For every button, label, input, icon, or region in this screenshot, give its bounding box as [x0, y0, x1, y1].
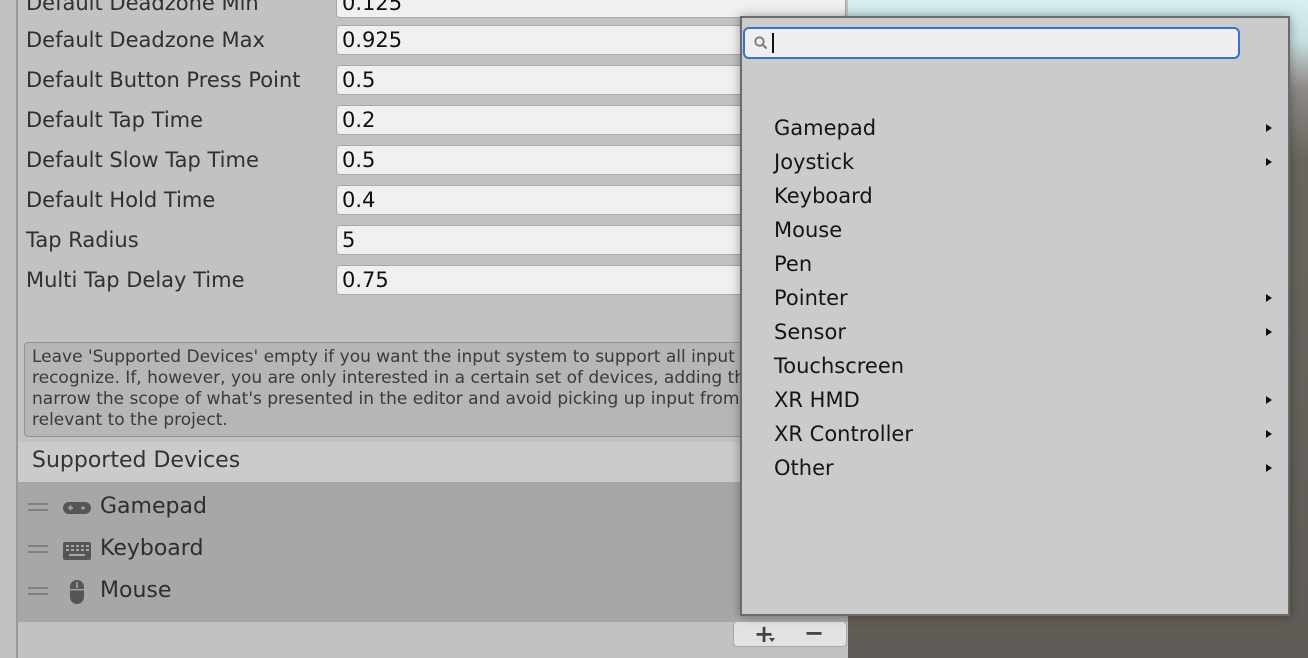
menu-item-xr-controller[interactable]: XR Controller — [742, 418, 1288, 452]
menu-item-label: XR HMD — [774, 388, 860, 412]
device-item-keyboard[interactable]: Keyboard — [18, 528, 848, 570]
device-item-gamepad[interactable]: Gamepad — [18, 486, 848, 528]
field-label: Default Button Press Point — [26, 68, 301, 92]
menu-item-pen[interactable]: Pen — [742, 248, 1288, 282]
supported-devices-title: Supported Devices — [32, 448, 241, 473]
help-box: Leave 'Supported Devices' empty if you w… — [24, 342, 844, 437]
supported-devices-list: Gamepad Keyboard Mouse — [18, 482, 848, 622]
submenu-arrow-icon — [1266, 464, 1272, 472]
device-item-mouse[interactable]: Mouse — [18, 570, 848, 612]
field-row-hold-time: Default Hold Time 0.4 — [26, 183, 856, 217]
remove-device-button[interactable]: − — [804, 621, 824, 645]
help-line: Leave 'Supported Devices' empty if you w… — [32, 347, 844, 367]
field-row-deadzone-max: Default Deadzone Max 0.925 — [26, 23, 856, 57]
add-remove-buttons: + − — [733, 621, 847, 647]
device-name: Gamepad — [100, 494, 207, 519]
submenu-arrow-icon — [1266, 396, 1272, 404]
menu-item-pointer[interactable]: Pointer — [742, 282, 1288, 316]
menu-item-label: Pen — [774, 252, 813, 276]
menu-item-sensor[interactable]: Sensor — [742, 316, 1288, 350]
search-icon — [754, 36, 768, 50]
drag-handle-icon[interactable] — [28, 503, 48, 511]
menu-item-touchscreen[interactable]: Touchscreen — [742, 350, 1288, 384]
mouse-icon — [70, 580, 84, 604]
menu-item-label: Mouse — [774, 218, 843, 242]
menu-item-mouse[interactable]: Mouse — [742, 214, 1288, 248]
field-row-tap-time: Default Tap Time 0.2 — [26, 103, 856, 137]
menu-item-gamepad[interactable]: Gamepad — [742, 112, 1288, 146]
field-label: Default Slow Tap Time — [26, 148, 259, 172]
menu-item-label: XR Controller — [774, 422, 913, 446]
help-line: relevant to the project. — [32, 410, 228, 430]
submenu-arrow-icon — [1266, 328, 1272, 336]
help-line: narrow the scope of what's presented in … — [32, 389, 843, 409]
text-cursor — [772, 33, 774, 53]
device-name: Mouse — [100, 578, 172, 603]
menu-item-other[interactable]: Other — [742, 452, 1288, 486]
field-label: Multi Tap Delay Time — [26, 268, 245, 292]
left-edge — [0, 0, 18, 658]
submenu-arrow-icon — [1266, 430, 1272, 438]
menu-item-xr-hmd[interactable]: XR HMD — [742, 384, 1288, 418]
add-device-button[interactable]: + — [754, 622, 774, 646]
field-row-tap-radius: Tap Radius 5 — [26, 223, 856, 257]
submenu-arrow-icon — [1266, 158, 1272, 166]
field-row-deadzone-min: Default Deadzone Min 0.125 — [26, 0, 856, 20]
gamepad-icon — [63, 502, 91, 514]
field-row-button-press-point: Default Button Press Point 0.5 — [26, 63, 856, 97]
submenu-arrow-icon — [1266, 294, 1272, 302]
field-label: Default Deadzone Min — [26, 0, 259, 15]
supported-devices-header: Supported Devices — [18, 442, 848, 482]
field-row-multi-tap-delay: Multi Tap Delay Time 0.75 — [26, 263, 856, 297]
field-label: Default Tap Time — [26, 108, 204, 132]
dropdown-caret-icon — [769, 638, 775, 642]
menu-item-label: Touchscreen — [774, 354, 905, 378]
menu-item-joystick[interactable]: Joystick — [742, 146, 1288, 180]
menu-item-label: Gamepad — [774, 116, 877, 140]
field-row-slow-tap-time: Default Slow Tap Time 0.5 — [26, 143, 856, 177]
add-device-popup: Gamepad Joystick Keyboard Mouse Pen Poin… — [740, 16, 1290, 616]
menu-item-label: Other — [774, 456, 834, 480]
menu-item-label: Sensor — [774, 320, 846, 344]
drag-handle-icon[interactable] — [28, 587, 48, 595]
field-label: Default Deadzone Max — [26, 28, 265, 52]
menu-item-keyboard[interactable]: Keyboard — [742, 180, 1288, 214]
input-settings-panel: Default Deadzone Min 0.125 Default Deadz… — [18, 0, 848, 658]
menu-item-label: Pointer — [774, 286, 848, 310]
field-label: Tap Radius — [26, 228, 139, 252]
menu-item-label: Keyboard — [774, 184, 873, 208]
help-line: recognize. If, however, you are only int… — [32, 368, 844, 388]
field-label: Default Hold Time — [26, 188, 216, 212]
drag-handle-icon[interactable] — [28, 545, 48, 553]
keyboard-icon — [63, 542, 91, 560]
submenu-arrow-icon — [1266, 124, 1272, 132]
search-field[interactable] — [743, 27, 1240, 59]
device-name: Keyboard — [100, 536, 204, 561]
search-input[interactable] — [775, 31, 1229, 57]
menu-item-label: Joystick — [774, 150, 855, 174]
